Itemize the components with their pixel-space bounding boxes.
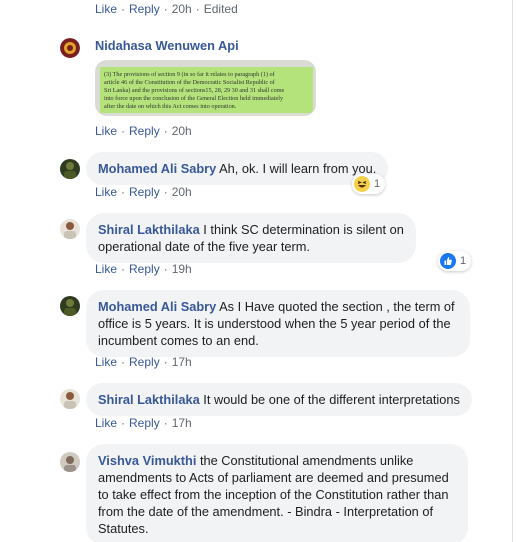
edited-label[interactable]: Edited bbox=[204, 2, 238, 16]
comment-author[interactable]: Vishva Vimukthi bbox=[98, 453, 196, 468]
avatar[interactable] bbox=[60, 38, 80, 58]
doc-line: (3) The provisions of section 9 (in so f… bbox=[104, 71, 276, 78]
reply-link[interactable]: Reply bbox=[129, 2, 160, 16]
separator: · bbox=[121, 416, 126, 430]
avatar[interactable] bbox=[60, 452, 80, 472]
separator: · bbox=[121, 124, 126, 138]
comment-author[interactable]: Shiral Lakthilaka bbox=[98, 392, 200, 407]
comment-actions: Like · Reply · 19h bbox=[95, 262, 192, 276]
avatar[interactable] bbox=[60, 219, 80, 239]
separator: · bbox=[163, 185, 168, 199]
panel-right-border bbox=[512, 0, 513, 542]
doc-line: Sri Lanka) and the provisions of section… bbox=[104, 87, 285, 94]
separator: · bbox=[163, 416, 168, 430]
document-photo: (3) The provisions of section 9 (in so f… bbox=[96, 61, 315, 115]
comment-actions: Like · Reply · 17h bbox=[95, 416, 192, 430]
like-link[interactable]: Like bbox=[95, 262, 117, 276]
comment-actions: Like · Reply · 20h bbox=[95, 124, 192, 138]
comment-author[interactable]: Mohamed Ali Sabry bbox=[98, 161, 216, 176]
comment-timestamp[interactable]: 20h bbox=[172, 2, 192, 16]
reply-link[interactable]: Reply bbox=[129, 124, 160, 138]
separator: · bbox=[163, 124, 168, 138]
comment-actions: Like · Reply · 20h · Edited bbox=[95, 2, 238, 16]
avatar-image bbox=[60, 38, 80, 58]
reaction-badge[interactable]: 1 bbox=[352, 174, 386, 194]
separator: · bbox=[121, 262, 126, 276]
haha-emoji-icon bbox=[354, 176, 370, 192]
attached-image[interactable]: (3) The provisions of section 9 (in so f… bbox=[95, 60, 316, 116]
avatar-image bbox=[60, 219, 80, 239]
comment-bubble: Vishva Vimukthi the Constitutional amend… bbox=[86, 444, 468, 542]
separator: · bbox=[121, 185, 126, 199]
separator: · bbox=[163, 262, 168, 276]
comment-author[interactable]: Nidahasa Wenuwen Api bbox=[95, 38, 239, 53]
comment-timestamp[interactable]: 17h bbox=[172, 416, 192, 430]
comment-actions: Like · Reply · 17h bbox=[95, 355, 192, 369]
avatar[interactable] bbox=[60, 159, 80, 179]
comment-author[interactable]: Mohamed Ali Sabry bbox=[98, 299, 216, 314]
like-link[interactable]: Like bbox=[95, 416, 117, 430]
avatar-image bbox=[60, 296, 80, 316]
comment-bubble: Mohamed Ali Sabry Ah, ok. I will learn f… bbox=[86, 152, 389, 185]
comment-timestamp[interactable]: 17h bbox=[172, 355, 192, 369]
avatar-image bbox=[60, 452, 80, 472]
avatar-image bbox=[60, 389, 80, 409]
comment-author[interactable]: Shiral Lakthilaka bbox=[98, 222, 200, 237]
like-thumb-icon bbox=[440, 253, 456, 269]
doc-line: into force upon the conclusion of the Ge… bbox=[104, 95, 284, 102]
like-link[interactable]: Like bbox=[95, 355, 117, 369]
separator: · bbox=[163, 2, 168, 16]
like-link[interactable]: Like bbox=[95, 124, 117, 138]
reaction-badge[interactable]: 1 bbox=[438, 251, 472, 271]
comment-bubble: Mohamed Ali Sabry As I Have quoted the s… bbox=[86, 290, 470, 357]
separator: · bbox=[195, 2, 200, 16]
like-link[interactable]: Like bbox=[95, 2, 117, 16]
doc-line: article 46 of the Constitution of the De… bbox=[104, 79, 276, 86]
reply-link[interactable]: Reply bbox=[129, 262, 160, 276]
comment-bubble: Shiral Lakthilaka It would be one of the… bbox=[86, 383, 472, 416]
comment-timestamp[interactable]: 20h bbox=[172, 185, 192, 199]
like-link[interactable]: Like bbox=[95, 185, 117, 199]
comment-timestamp[interactable]: 20h bbox=[172, 124, 192, 138]
comment-text: Ah, ok. I will learn from you. bbox=[219, 161, 377, 176]
avatar-image bbox=[60, 159, 80, 179]
comment-actions: Like · Reply · 20h bbox=[95, 185, 192, 199]
reply-link[interactable]: Reply bbox=[129, 185, 160, 199]
separator: · bbox=[121, 355, 126, 369]
doc-line: after the date on which this Act comes i… bbox=[104, 103, 237, 110]
comment-timestamp[interactable]: 19h bbox=[172, 262, 192, 276]
avatar[interactable] bbox=[60, 389, 80, 409]
reaction-count: 1 bbox=[460, 255, 467, 267]
reaction-count: 1 bbox=[374, 178, 381, 190]
reply-link[interactable]: Reply bbox=[129, 416, 160, 430]
separator: · bbox=[163, 355, 168, 369]
comment-bubble: Shiral Lakthilaka I think SC determinati… bbox=[86, 213, 416, 263]
reply-link[interactable]: Reply bbox=[129, 355, 160, 369]
avatar[interactable] bbox=[60, 296, 80, 316]
separator: · bbox=[121, 2, 126, 16]
comment-text: It would be one of the different interpr… bbox=[203, 392, 460, 407]
